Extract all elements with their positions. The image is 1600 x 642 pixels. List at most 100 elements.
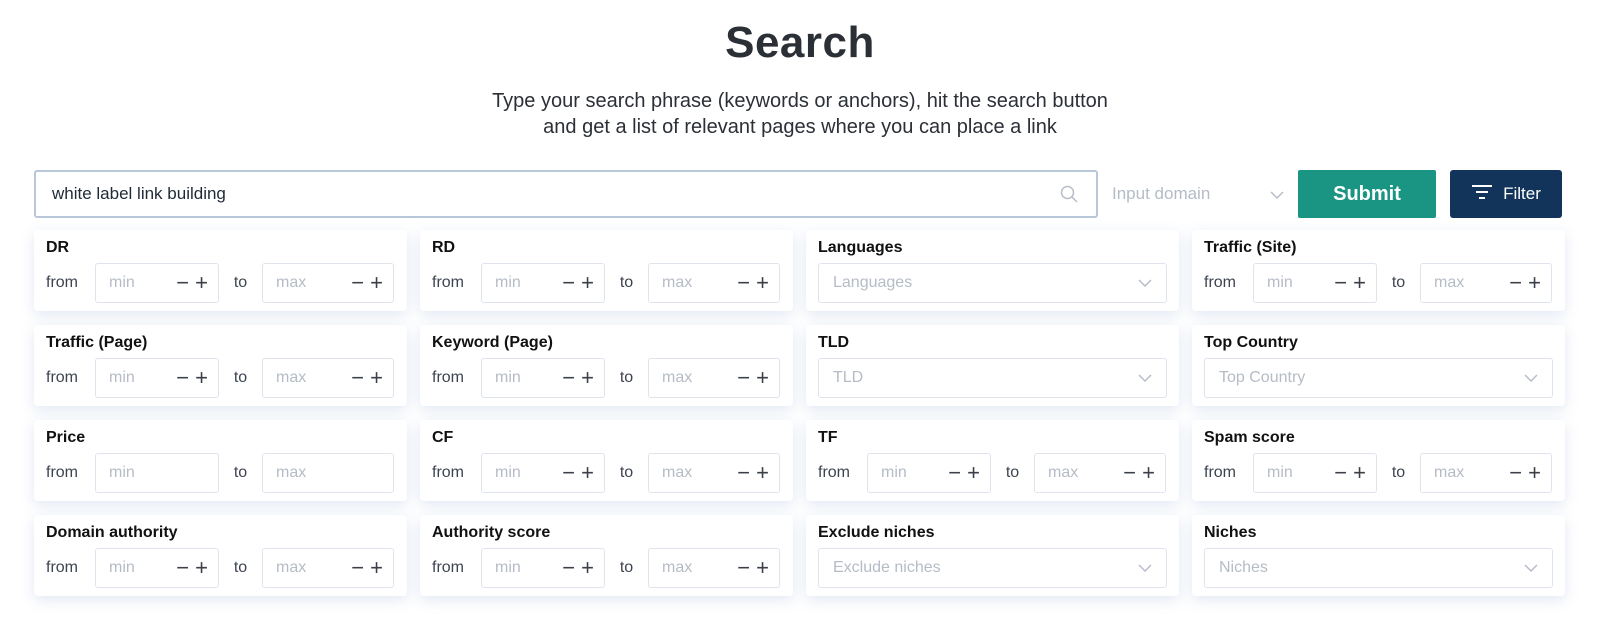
- minus-icon[interactable]: −: [948, 462, 961, 484]
- plus-icon[interactable]: +: [1353, 272, 1366, 294]
- plus-icon[interactable]: +: [581, 367, 594, 389]
- page-subtitle: Type your search phrase (keywords or anc…: [0, 88, 1600, 140]
- minus-icon[interactable]: −: [351, 557, 364, 579]
- chevron-down-icon: [1138, 369, 1152, 387]
- min-input[interactable]: min − +: [867, 453, 991, 493]
- max-placeholder: max: [662, 464, 693, 481]
- search-icon[interactable]: [1058, 183, 1080, 205]
- filter-tf: TF from min − + to max − +: [806, 420, 1179, 501]
- min-input[interactable]: min − +: [481, 358, 605, 398]
- plus-icon[interactable]: +: [195, 557, 208, 579]
- filter-label: DR: [46, 239, 70, 256]
- filter-label: Spam score: [1204, 429, 1295, 446]
- plus-icon[interactable]: +: [195, 367, 208, 389]
- max-placeholder: max: [276, 559, 307, 576]
- page-title: Search: [725, 18, 875, 67]
- search-bar: Input domain Submit Filter: [34, 170, 1562, 218]
- search-input[interactable]: [52, 184, 1058, 204]
- min-input[interactable]: min − +: [95, 548, 219, 588]
- exclude-niches-select[interactable]: Exclude niches: [818, 548, 1167, 588]
- minus-icon[interactable]: −: [562, 462, 575, 484]
- domain-select[interactable]: Input domain: [1098, 170, 1298, 218]
- plus-icon[interactable]: +: [756, 462, 769, 484]
- max-placeholder: max: [662, 274, 693, 291]
- plus-icon[interactable]: +: [370, 367, 383, 389]
- minus-icon[interactable]: −: [737, 557, 750, 579]
- minus-icon[interactable]: −: [737, 462, 750, 484]
- minus-icon[interactable]: −: [176, 272, 189, 294]
- minus-icon[interactable]: −: [737, 272, 750, 294]
- to-label: to: [1005, 464, 1020, 481]
- submit-button[interactable]: Submit: [1298, 170, 1436, 218]
- max-input[interactable]: max − +: [648, 263, 780, 303]
- from-label: from: [46, 274, 78, 291]
- min-placeholder: min: [495, 464, 521, 481]
- plus-icon[interactable]: +: [370, 557, 383, 579]
- niches-select[interactable]: Niches: [1204, 548, 1553, 588]
- min-placeholder: min: [109, 274, 135, 291]
- min-input[interactable]: min − +: [481, 453, 605, 493]
- minus-icon[interactable]: −: [351, 367, 364, 389]
- min-placeholder: min: [109, 369, 135, 386]
- top-country-select[interactable]: Top Country: [1204, 358, 1553, 398]
- max-input[interactable]: max − +: [648, 548, 780, 588]
- minus-icon[interactable]: −: [1509, 462, 1522, 484]
- minus-icon[interactable]: −: [737, 367, 750, 389]
- from-label: from: [432, 559, 464, 576]
- max-input[interactable]: max: [262, 453, 394, 493]
- minus-icon[interactable]: −: [562, 367, 575, 389]
- plus-icon[interactable]: +: [1528, 272, 1541, 294]
- max-input[interactable]: max − +: [648, 358, 780, 398]
- min-input[interactable]: min: [95, 453, 219, 493]
- search-box: [34, 170, 1098, 218]
- range-row: from min − + to max − +: [1204, 263, 1553, 303]
- max-input[interactable]: max − +: [262, 548, 394, 588]
- min-input[interactable]: min − +: [481, 263, 605, 303]
- plus-icon[interactable]: +: [370, 272, 383, 294]
- filter-exclude-niches: Exclude niches Exclude niches: [806, 515, 1179, 596]
- filter-label: Price: [46, 429, 86, 446]
- to-label: to: [233, 559, 248, 576]
- to-label: to: [233, 464, 248, 481]
- plus-icon[interactable]: +: [756, 272, 769, 294]
- minus-icon[interactable]: −: [1123, 462, 1136, 484]
- from-label: from: [432, 464, 464, 481]
- plus-icon[interactable]: +: [1142, 462, 1155, 484]
- max-input[interactable]: max − +: [1420, 453, 1552, 493]
- min-input[interactable]: min − +: [481, 548, 605, 588]
- min-input[interactable]: min − +: [1253, 263, 1377, 303]
- languages-select[interactable]: Languages: [818, 263, 1167, 303]
- plus-icon[interactable]: +: [581, 462, 594, 484]
- tld-select[interactable]: TLD: [818, 358, 1167, 398]
- min-input[interactable]: min − +: [95, 263, 219, 303]
- plus-icon[interactable]: +: [1353, 462, 1366, 484]
- filters-grid: DR from min − + to max − + RD from min − + to …: [34, 230, 1566, 596]
- minus-icon[interactable]: −: [176, 557, 189, 579]
- minus-icon[interactable]: −: [1509, 272, 1522, 294]
- minus-icon[interactable]: −: [1334, 272, 1347, 294]
- plus-icon[interactable]: +: [195, 272, 208, 294]
- max-input[interactable]: max − +: [1420, 263, 1552, 303]
- plus-icon[interactable]: +: [756, 367, 769, 389]
- minus-icon[interactable]: −: [1334, 462, 1347, 484]
- minus-icon[interactable]: −: [176, 367, 189, 389]
- plus-icon[interactable]: +: [756, 557, 769, 579]
- plus-icon[interactable]: +: [1528, 462, 1541, 484]
- max-input[interactable]: max − +: [648, 453, 780, 493]
- filter-button[interactable]: Filter: [1450, 170, 1562, 218]
- max-input[interactable]: max − +: [262, 358, 394, 398]
- domain-select-placeholder: Input domain: [1112, 184, 1211, 203]
- min-placeholder: min: [881, 464, 907, 481]
- min-placeholder: min: [109, 559, 135, 576]
- min-input[interactable]: min − +: [95, 358, 219, 398]
- filter-label: TF: [818, 429, 838, 446]
- max-input[interactable]: max − +: [262, 263, 394, 303]
- minus-icon[interactable]: −: [562, 557, 575, 579]
- max-input[interactable]: max − +: [1034, 453, 1166, 493]
- plus-icon[interactable]: +: [967, 462, 980, 484]
- minus-icon[interactable]: −: [351, 272, 364, 294]
- plus-icon[interactable]: +: [581, 557, 594, 579]
- min-input[interactable]: min − +: [1253, 453, 1377, 493]
- minus-icon[interactable]: −: [562, 272, 575, 294]
- plus-icon[interactable]: +: [581, 272, 594, 294]
